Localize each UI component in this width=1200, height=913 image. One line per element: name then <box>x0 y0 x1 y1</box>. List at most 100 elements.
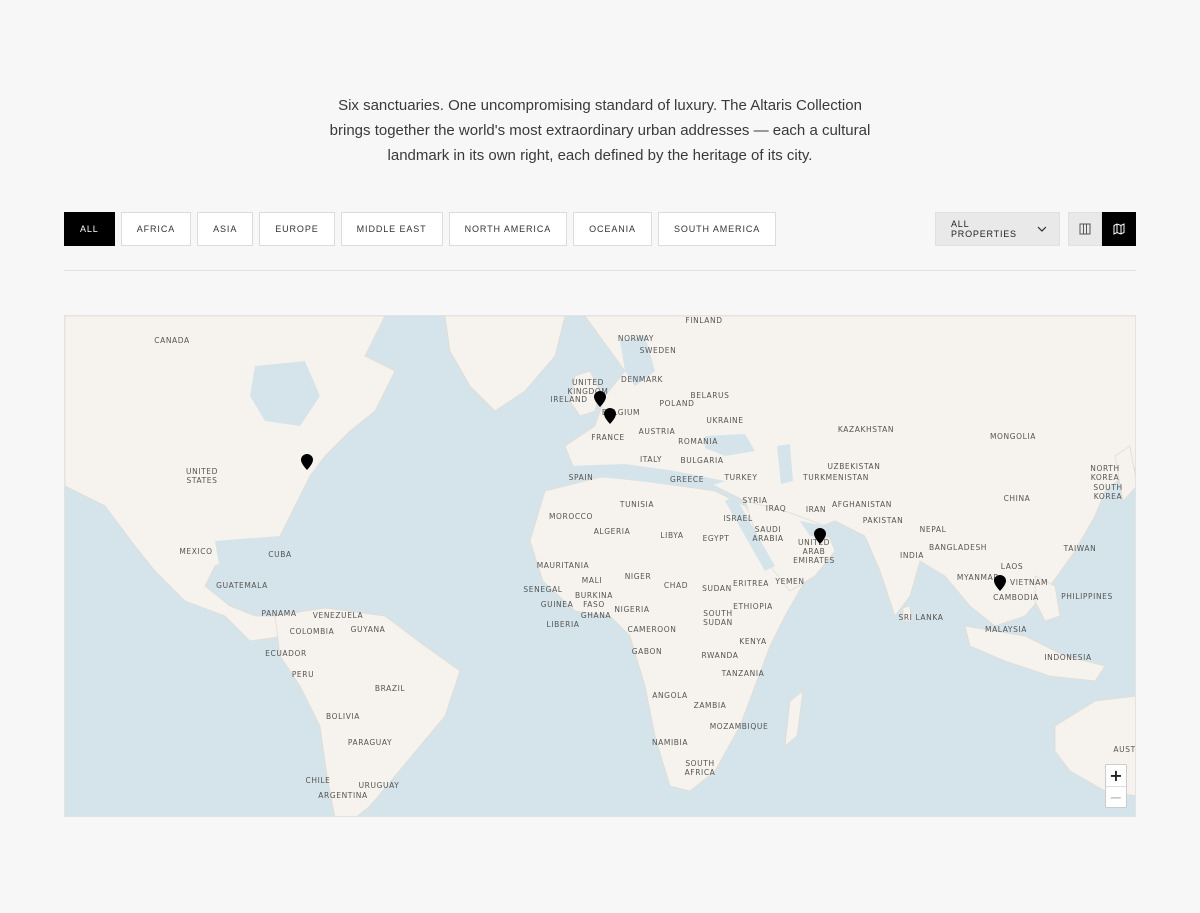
map-label-france: FRANCE <box>591 433 625 442</box>
property-select-label: ALL PROPERTIES <box>951 219 1017 239</box>
map-label-italy: ITALY <box>639 455 663 464</box>
filter-chip-south-america[interactable]: SOUTH AMERICA <box>657 212 777 246</box>
map-label-gabon: GABON <box>631 647 663 656</box>
filter-chip-asia[interactable]: ASIA <box>197 212 254 246</box>
map-label-south-sudan: SOUTH SUDAN <box>703 609 733 627</box>
map-label-ireland: IRELAND <box>550 395 588 404</box>
map-pin-icon[interactable] <box>604 408 616 424</box>
map-label-finland: FINLAND <box>685 316 723 325</box>
map-label-kazakhstan: KAZAKHSTAN <box>837 425 895 434</box>
map-label-laos: LAOS <box>1000 562 1024 571</box>
map-label-morocco: MOROCCO <box>548 512 594 521</box>
map-label-iraq: IRAQ <box>765 504 787 513</box>
map-label-syria: SYRIA <box>742 496 768 505</box>
map-label-namibia: NAMIBIA <box>651 738 689 747</box>
map-label-poland: POLAND <box>659 399 695 408</box>
map-label-angola: ANGOLA <box>652 691 688 700</box>
map-label-taiwan: TAIWAN <box>1063 544 1097 553</box>
map-label-mongolia: MONGOLIA <box>989 432 1037 441</box>
map-label-bolivia: BOLIVIA <box>326 712 360 721</box>
columns-icon <box>1079 223 1091 235</box>
map-label-tanzania: TANZANIA <box>721 669 765 678</box>
map-pin-icon[interactable] <box>814 528 826 544</box>
map-label-israel: ISRAEL <box>723 514 753 523</box>
view-controls: ALL PROPERTIES <box>935 212 1136 246</box>
map-label-bangladesh: BANGLADESH <box>928 543 988 552</box>
map-label-australia: AUSTI <box>1113 745 1136 754</box>
map-label-cameroon: CAMEROON <box>627 625 677 634</box>
zoom-in-button[interactable]: + <box>1106 765 1126 786</box>
map-label-rwanda: RWANDA <box>701 651 739 660</box>
grid-view-button[interactable] <box>1068 212 1102 246</box>
map-label-malaysia: MALAYSIA <box>985 625 1027 634</box>
map-label-uruguay: URUGUAY <box>358 781 400 790</box>
view-toggle <box>1068 212 1136 246</box>
intro-line: landmark in its own right, each defined … <box>387 147 813 164</box>
map-label-philippines: PHILIPPINES <box>1061 592 1113 601</box>
filter-chip-middle-east[interactable]: MIDDLE EAST <box>340 212 443 246</box>
map-label-afghanistan: AFGHANISTAN <box>832 500 892 509</box>
map-label-peru: PERU <box>291 670 315 679</box>
map-label-mexico: MEXICO <box>179 547 213 556</box>
zoom-out-button[interactable]: − <box>1106 786 1126 807</box>
map-label-vietnam: VIETNAM <box>1009 578 1049 587</box>
filter-chip-europe[interactable]: EUROPE <box>259 212 335 246</box>
map-label-yemen: YEMEN <box>775 577 805 586</box>
map-label-eritrea: ERITREA <box>732 579 770 588</box>
map-label-indonesia: INDONESIA <box>1044 653 1092 662</box>
filter-chip-africa[interactable]: AFRICA <box>120 212 192 246</box>
map-pin-icon[interactable] <box>594 391 606 407</box>
map-label-libya: LIBYA <box>660 531 684 540</box>
map-label-bulgaria: BULGARIA <box>680 456 724 465</box>
map-label-egypt: EGYPT <box>702 534 730 543</box>
map-label-uzbekistan: UZBEKISTAN <box>827 462 881 471</box>
intro-text: Six sanctuaries. One uncompromising stan… <box>300 93 900 168</box>
intro-line: Six sanctuaries. One uncompromising stan… <box>338 97 862 114</box>
chevron-down-icon <box>1037 226 1047 232</box>
map-label-canada: CANADA <box>154 336 190 345</box>
map-label-sudan: SUDAN <box>702 584 732 593</box>
map-label-nigeria: NIGERIA <box>614 605 650 614</box>
property-select[interactable]: ALL PROPERTIES <box>935 212 1060 246</box>
map-label-colombia: COLOMBIA <box>289 627 335 636</box>
map-label-burkina-faso: BURKINA FASO <box>575 591 613 609</box>
map-label-turkmenistan: TURKMENISTAN <box>803 473 869 482</box>
map-pin-icon[interactable] <box>301 454 313 470</box>
map-label-china: CHINA <box>1003 494 1031 503</box>
map-label-north-korea: NORTH KOREA <box>1090 464 1120 482</box>
map-label-zambia: ZAMBIA <box>693 701 727 710</box>
map-label-saudi-arabia: SAUDI ARABIA <box>752 525 784 543</box>
map-label-ghana: GHANA <box>580 611 612 620</box>
map-label-india: INDIA <box>900 551 924 560</box>
map-label-united-states: UNITED STATES <box>185 467 219 485</box>
map-label-chad: CHAD <box>663 581 689 590</box>
map-label-greece: GREECE <box>669 475 705 484</box>
map-label-kenya: KENYA <box>739 637 767 646</box>
map-pin-icon[interactable] <box>994 575 1006 591</box>
map-label-south-africa: SOUTH AFRICA <box>684 759 716 777</box>
map-icon <box>1113 223 1125 235</box>
map-label-cuba: CUBA <box>268 550 292 559</box>
map-label-nepal: NEPAL <box>919 525 947 534</box>
map-label-niger: NIGER <box>624 572 652 581</box>
map-view-button[interactable] <box>1102 212 1136 246</box>
world-map[interactable]: CANADA UNITED STATES MEXICO CUBA GUATEMA… <box>64 315 1136 817</box>
filter-chip-all[interactable]: ALL <box>64 212 115 246</box>
map-label-guatemala: GUATEMALA <box>216 581 268 590</box>
filter-chip-north-america[interactable]: NORTH AMERICA <box>448 212 568 246</box>
map-zoom-controls: + − <box>1105 764 1127 808</box>
map-label-sweden: SWEDEN <box>639 346 677 355</box>
map-label-senegal: SENEGAL <box>523 585 563 594</box>
filter-chip-oceania[interactable]: OCEANIA <box>573 212 652 246</box>
map-label-panama: PANAMA <box>261 609 297 618</box>
section-divider <box>64 270 1136 271</box>
map-label-brazil: BRAZIL <box>374 684 406 693</box>
map-label-turkey: TURKEY <box>724 473 758 482</box>
intro-line: brings together the world's most extraor… <box>329 122 871 139</box>
region-filter-bar: ALL AFRICA ASIA EUROPE MIDDLE EAST NORTH… <box>64 212 777 246</box>
map-label-argentina: ARGENTINA <box>318 791 368 800</box>
map-label-mauritania: MAURITANIA <box>536 561 590 570</box>
map-label-pakistan: PAKISTAN <box>862 516 904 525</box>
map-label-ecuador: ECUADOR <box>265 649 307 658</box>
map-label-liberia: LIBERIA <box>546 620 580 629</box>
